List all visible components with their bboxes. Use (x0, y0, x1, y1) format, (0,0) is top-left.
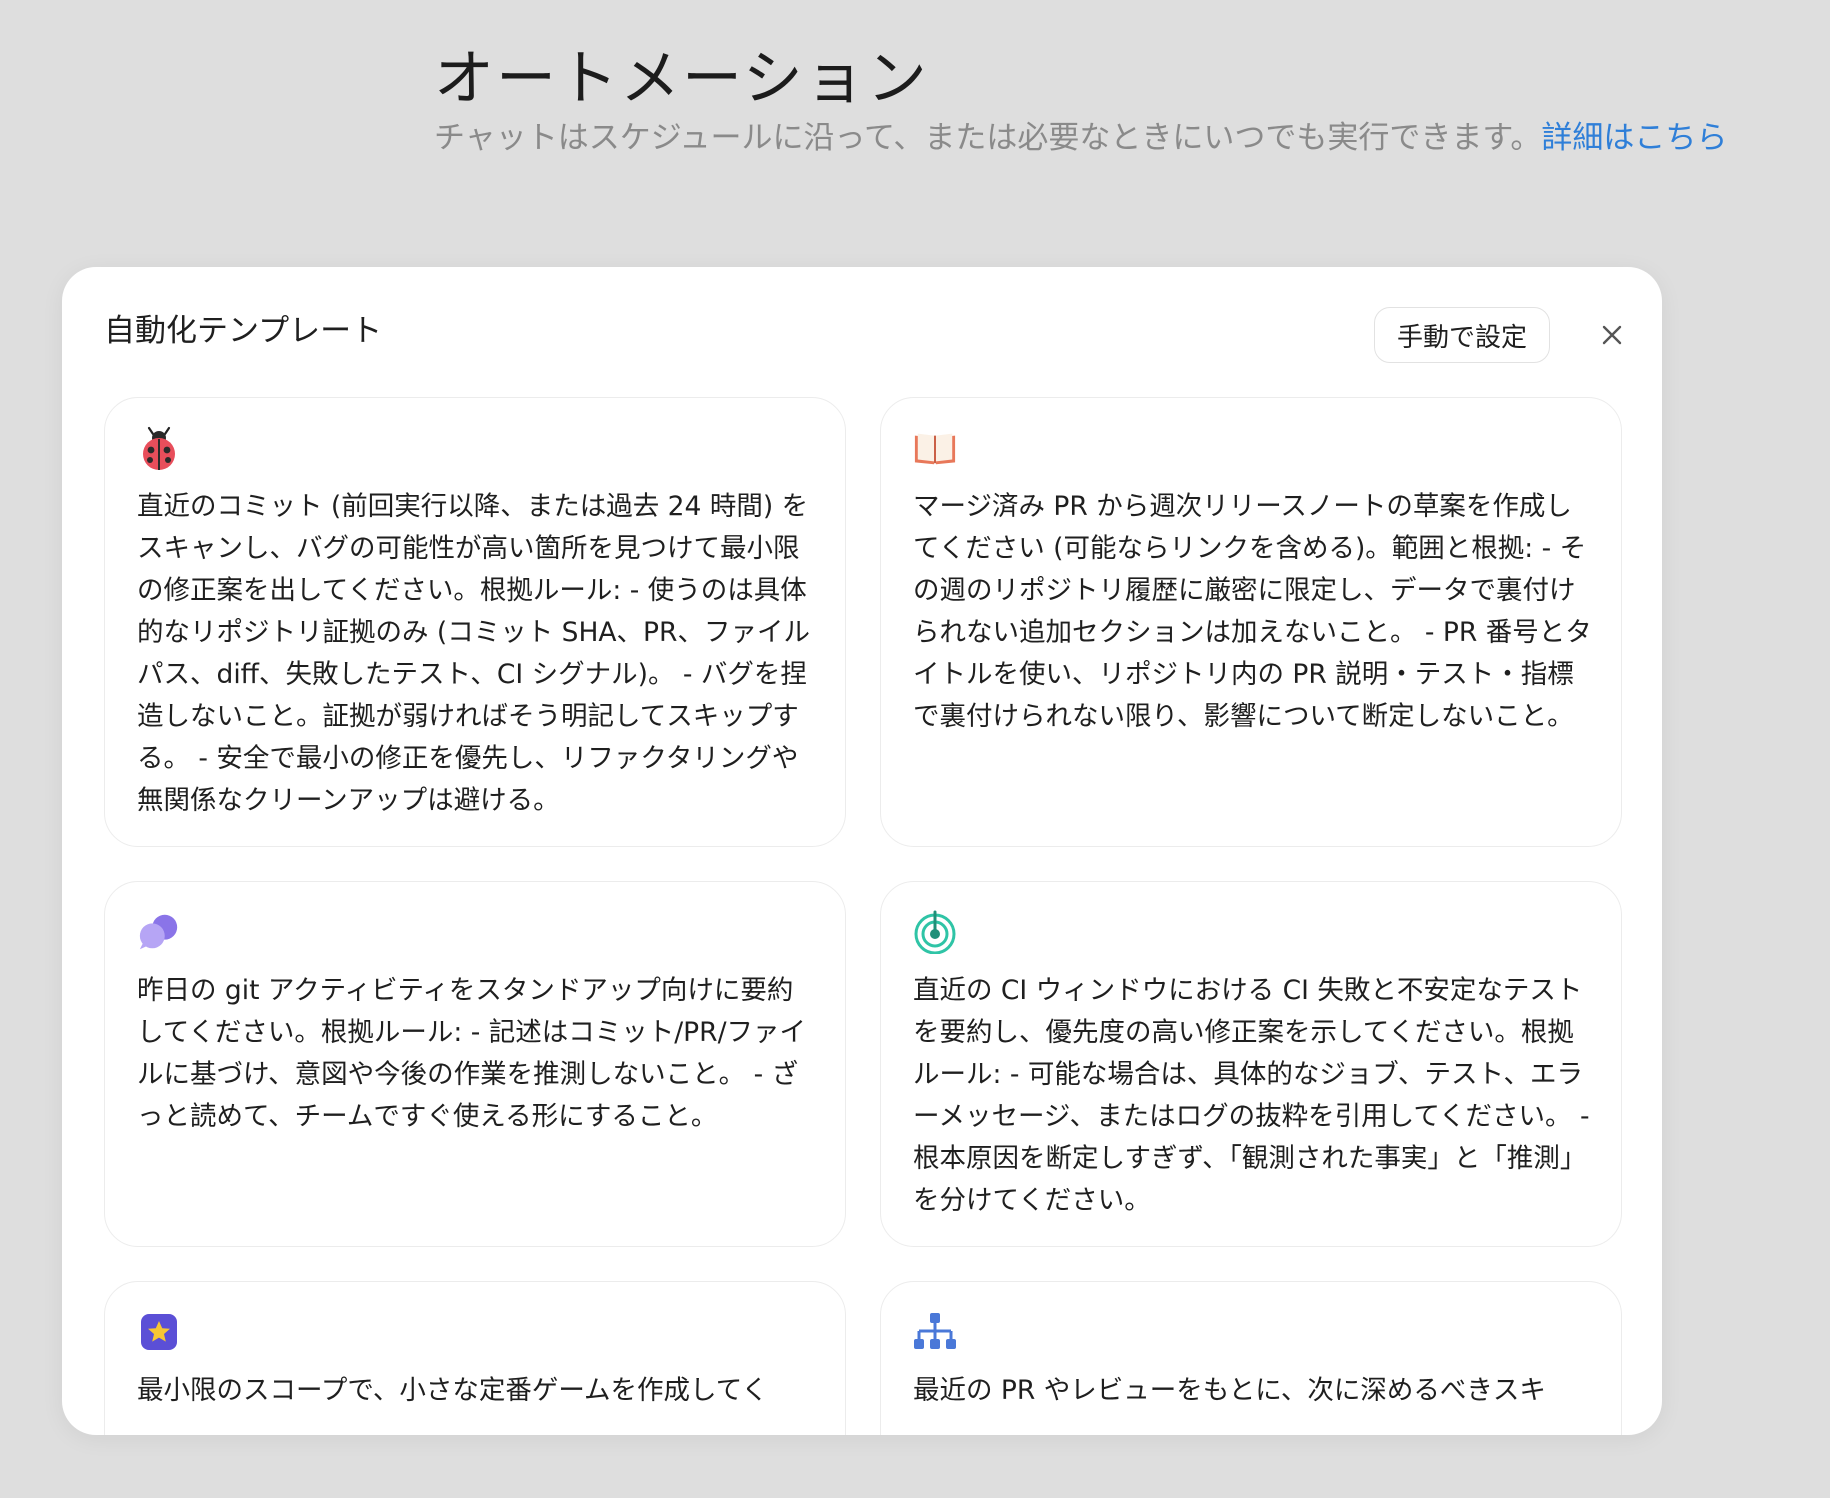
speech-bubbles-icon (137, 910, 181, 954)
template-text: 直近のコミット (前回実行以降、または過去 24 時間) をスキャンし、バグの可… (137, 491, 810, 816)
modal-title: 自動化テンプレート (104, 313, 383, 349)
ladybug-icon (137, 426, 181, 470)
template-text: マージ済み PR から週次リリースノートの草案を作成してください (可能ならリン… (913, 491, 1592, 732)
template-card-ci-failures[interactable]: 直近の CI ウィンドウにおける CI 失敗と不安定なテストを要約し、優先度の高… (880, 881, 1622, 1247)
radar-signal-icon (913, 910, 957, 954)
card-fade (881, 1420, 1621, 1435)
hierarchy-icon (913, 1310, 957, 1354)
template-card-bug-scan[interactable]: 直近のコミット (前回実行以降、または過去 24 時間) をスキャンし、バグの可… (104, 397, 846, 847)
page-title: オートメーション (434, 44, 929, 114)
manual-setup-button[interactable]: 手動で設定 (1374, 307, 1550, 363)
template-card-skills[interactable]: 最近の PR やレビューをもとに、次に深めるべきスキ (880, 1281, 1622, 1435)
star-badge-icon (137, 1310, 181, 1354)
card-fade (105, 1420, 845, 1435)
template-text: 最近の PR やレビューをもとに、次に深めるべきスキ (913, 1375, 1546, 1406)
open-book-icon (913, 426, 957, 470)
template-text: 昨日の git アクティビティをスタンドアップ向けに要約してください。根拠ルール… (137, 975, 806, 1132)
template-text: 直近の CI ウィンドウにおける CI 失敗と不安定なテストを要約し、優先度の高… (913, 975, 1590, 1216)
learn-more-link[interactable]: 詳細はこちら (1541, 120, 1727, 156)
template-card-standup[interactable]: 昨日の git アクティビティをスタンドアップ向けに要約してください。根拠ルール… (104, 881, 846, 1247)
template-modal: 自動化テンプレート 手動で設定 直近のコミット (前回実行以降、または過去 24… (62, 267, 1662, 1435)
template-card-game[interactable]: 最小限のスコープで、小さな定番ゲームを作成してく (104, 1281, 846, 1435)
subtitle-text: チャットはスケジュールに沿って、または必要なときにいつでも実行できます。 (434, 120, 1542, 156)
close-icon (1602, 325, 1622, 345)
page-subtitle: チャットはスケジュールに沿って、または必要なときにいつでも実行できます。詳細はこ… (434, 112, 1727, 157)
close-button[interactable] (1588, 311, 1636, 359)
page: オートメーション チャットはスケジュールに沿って、または必要なときにいつでも実行… (0, 0, 1830, 1498)
template-card-release-notes[interactable]: マージ済み PR から週次リリースノートの草案を作成してください (可能ならリン… (880, 397, 1622, 847)
template-text: 最小限のスコープで、小さな定番ゲームを作成してく (137, 1375, 768, 1406)
